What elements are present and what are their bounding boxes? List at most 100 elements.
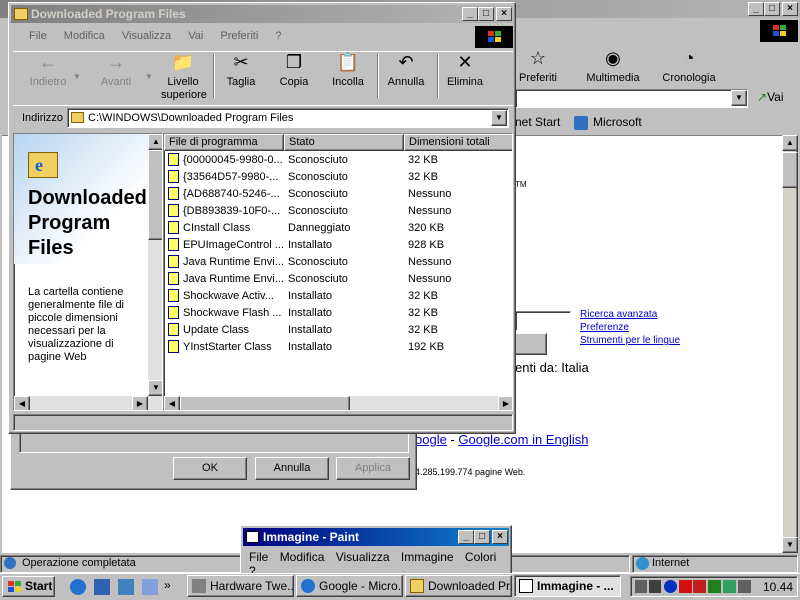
explorer-close-button[interactable]: × — [496, 7, 512, 21]
task-paint[interactable]: Immagine - ... — [514, 575, 621, 597]
delete-button[interactable]: ✕ Elimina — [441, 52, 489, 88]
ie-status-text: Operazione completata — [22, 557, 136, 569]
menu-preferiti[interactable]: Preferiti — [220, 30, 258, 42]
file-row[interactable]: Java Runtime Envi... Sconosciuto Nessuno — [164, 254, 512, 271]
paint-menu-colori[interactable]: Colori — [465, 550, 496, 564]
activex-icon — [168, 152, 179, 166]
quicklaunch-outlook-icon[interactable] — [94, 579, 110, 595]
menu-visualizza[interactable]: Visualizza — [122, 30, 171, 42]
ie-close-button[interactable]: × — [782, 2, 798, 16]
paint-menu-visualizza[interactable]: Visualizza — [336, 550, 390, 564]
explorer-minimize-button[interactable]: _ — [462, 7, 478, 21]
quicklaunch-ie-icon[interactable] — [70, 579, 86, 595]
copy-button[interactable]: ❐ Copia — [271, 52, 317, 88]
tray-app-icon[interactable] — [708, 580, 721, 593]
ie-scroll-thumb[interactable] — [782, 152, 798, 188]
list-scroll-thumb[interactable] — [180, 396, 350, 410]
file-row[interactable]: Shockwave Activ... Installato 32 KB — [164, 288, 512, 305]
task-downloaded[interactable]: Downloaded Pr... — [405, 575, 512, 597]
task-google[interactable]: Google - Micro... — [296, 575, 403, 597]
ie-minimize-button[interactable]: _ — [748, 2, 764, 16]
paint-menu-immagine[interactable]: Immagine — [401, 550, 454, 564]
explorer-maximize-button[interactable]: □ — [478, 7, 494, 21]
back-button[interactable]: ← Indietro — [23, 52, 73, 88]
panel-scroll-down[interactable]: ▼ — [148, 380, 162, 396]
tray-ati-icon[interactable] — [693, 580, 706, 593]
column-header-status[interactable]: Stato — [284, 134, 404, 151]
tray-monitor-icon[interactable] — [649, 580, 661, 593]
preferences-link[interactable]: Preferenze — [580, 322, 629, 333]
file-row[interactable]: {00000045-9980-0... Sconosciuto 32 KB — [164, 152, 512, 169]
paste-button[interactable]: 📋 Incolla — [325, 52, 371, 88]
favorites-button[interactable]: ☆ Preferiti — [515, 48, 561, 84]
panel-scroll-up[interactable]: ▲ — [148, 134, 162, 150]
quicklaunch-channels-icon[interactable] — [142, 579, 158, 595]
file-row[interactable]: {33564D57-9980-... Sconosciuto 32 KB — [164, 169, 512, 186]
media-button[interactable]: ◉ Multimedia — [585, 48, 641, 84]
address-dropdown-icon[interactable]: ▼ — [491, 110, 507, 126]
forward-dropdown-icon[interactable]: ▼ — [145, 72, 153, 81]
search-button[interactable] — [515, 333, 547, 355]
ie-scroll-up[interactable]: ▲ — [782, 135, 798, 151]
start-button[interactable]: Start — [2, 576, 55, 597]
file-row[interactable]: YInstStarter Class Installato 192 KB — [164, 339, 512, 356]
dialog-apply-button[interactable]: Applica — [336, 457, 410, 480]
panel-scroll-thumb[interactable] — [148, 150, 162, 240]
menu-vai[interactable]: Vai — [188, 30, 203, 42]
panel-scroll-left[interactable]: ◀ — [14, 396, 30, 410]
tray-antivirus-icon[interactable] — [679, 580, 692, 593]
ie-scrollbar[interactable] — [782, 135, 798, 553]
address-dropdown-button[interactable]: ▼ — [731, 90, 747, 106]
paint-minimize-button[interactable]: _ — [458, 530, 474, 544]
column-header-size[interactable]: Dimensioni totali — [404, 134, 512, 151]
dialog-ok-button[interactable]: OK — [173, 457, 247, 480]
advanced-search-link[interactable]: Ricerca avanzata — [580, 309, 657, 320]
file-row[interactable]: Java Runtime Envi... Sconosciuto Nessuno — [164, 271, 512, 288]
search-input[interactable] — [515, 311, 571, 331]
paint-maximize-button[interactable]: □ — [474, 530, 490, 544]
task-hardware[interactable]: Hardware Twe... — [187, 575, 294, 597]
list-scroll-right[interactable]: ▶ — [498, 396, 512, 410]
address-input[interactable]: C:\WINDOWS\Downloaded Program Files — [67, 108, 509, 128]
google-english-link[interactable]: Google.com in English — [458, 432, 588, 447]
tray-media-icon[interactable] — [664, 580, 677, 593]
address-bar: Indirizzo C:\WINDOWS\Downloaded Program … — [13, 105, 513, 129]
column-header-name[interactable]: File di programma — [164, 134, 284, 151]
link-start[interactable]: net Start — [515, 115, 560, 129]
panel-scroll-right[interactable]: ▶ — [132, 396, 148, 410]
file-row[interactable]: EPUImageControl ... Installato 928 KB — [164, 237, 512, 254]
back-dropdown-icon[interactable]: ▼ — [73, 72, 81, 81]
windows-flag-icon — [8, 581, 21, 592]
ie-scroll-down[interactable]: ▼ — [782, 537, 798, 553]
cut-button[interactable]: ✂ Taglia — [218, 52, 264, 88]
quicklaunch-more-icon[interactable]: » — [164, 578, 171, 592]
tray-volume-icon[interactable] — [738, 580, 751, 593]
language-tools-link[interactable]: Strumenti per le lingue — [580, 335, 680, 346]
menu-help[interactable]: ? — [275, 30, 281, 42]
file-row[interactable]: CInstall Class Danneggiato 320 KB — [164, 220, 512, 237]
file-row[interactable]: {DB893839-10F0-... Sconosciuto Nessuno — [164, 203, 512, 220]
up-button[interactable]: 📁 Livello superiore — [158, 52, 208, 102]
folder-icon — [410, 579, 424, 593]
tray-network-icon[interactable] — [635, 580, 647, 593]
tray-connection-icon[interactable] — [723, 580, 736, 593]
file-row[interactable]: Shockwave Flash ... Installato 32 KB — [164, 305, 512, 322]
ie-maximize-button[interactable]: □ — [764, 2, 780, 16]
quicklaunch-desktop-icon[interactable] — [118, 579, 134, 595]
menu-modifica[interactable]: Modifica — [64, 30, 105, 42]
file-row[interactable]: {AD688740-5246-... Sconosciuto Nessuno — [164, 186, 512, 203]
go-button[interactable]: ↗Vai — [757, 90, 784, 104]
paint-menu-modifica[interactable]: Modifica — [280, 550, 325, 564]
forward-button[interactable]: → Avanti — [91, 52, 141, 88]
file-row[interactable]: Update Class Installato 32 KB — [164, 322, 512, 339]
paint-menu-file[interactable]: File — [249, 550, 268, 564]
history-button[interactable]: ◔ Cronologia — [660, 48, 718, 84]
dialog-cancel-button[interactable]: Annulla — [255, 457, 329, 480]
menu-file[interactable]: File — [29, 30, 47, 42]
undo-button[interactable]: ↶ Annulla — [381, 52, 431, 88]
ie-address-field[interactable] — [515, 89, 748, 108]
paint-close-button[interactable]: × — [492, 530, 508, 544]
google-link[interactable]: oogle — [415, 432, 447, 447]
list-scroll-left[interactable]: ◀ — [164, 396, 180, 410]
link-microsoft[interactable]: Microsoft — [593, 115, 642, 129]
